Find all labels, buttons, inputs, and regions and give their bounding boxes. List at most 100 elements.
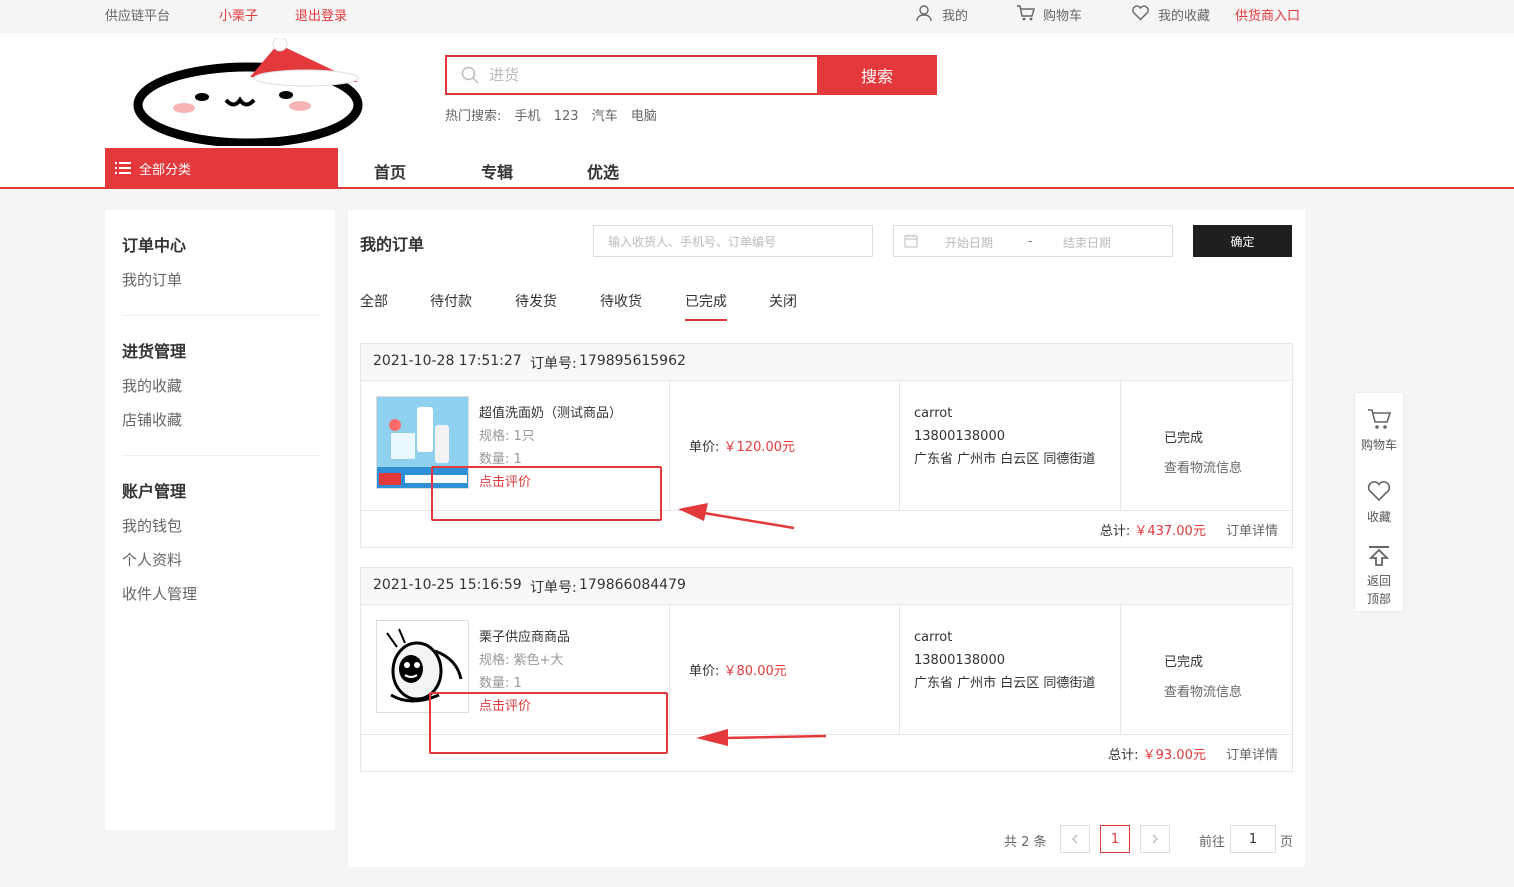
tab-all[interactable]: 全部	[360, 291, 388, 311]
unit-price-value: ￥80.00元	[723, 664, 787, 679]
mine-link[interactable]: 我的	[942, 5, 968, 24]
order-number-label: 订单号:	[530, 580, 577, 596]
sidebar-item-recipients[interactable]: 收件人管理	[122, 583, 197, 604]
sidebar-item-wallet[interactable]: 我的钱包	[122, 515, 182, 536]
product-name[interactable]: 超值洗面奶（测试商品）	[479, 402, 622, 421]
tab-closed[interactable]: 关闭	[769, 291, 797, 311]
unit-price: 单价: ￥80.00元	[689, 660, 787, 679]
cart-icon	[1368, 409, 1392, 429]
page-title: 我的订单	[360, 235, 425, 254]
logistics-link[interactable]: 查看物流信息	[1164, 681, 1242, 700]
receiver-address: 广东省 广州市 白云区 同德街道	[914, 676, 1096, 691]
start-date-input[interactable]: 开始日期	[945, 234, 993, 251]
order-total: ￥93.00元	[1142, 748, 1206, 763]
platform-name: 供应链平台	[105, 9, 171, 24]
favorites-link[interactable]: 我的收藏	[1158, 5, 1210, 24]
page-number-button[interactable]: 1	[1100, 825, 1130, 853]
sidebar-item-my-favorites[interactable]: 我的收藏	[122, 375, 182, 396]
prev-page-button[interactable]	[1060, 825, 1090, 853]
divider	[669, 381, 670, 511]
site-logo[interactable]	[130, 36, 375, 148]
order-header: 2021-10-25 15:16:59 订单号: 179866084479	[361, 568, 1292, 605]
hot-search-term[interactable]: 电脑	[631, 109, 657, 124]
heart-icon	[1131, 4, 1150, 25]
hot-search-term[interactable]: 手机	[515, 109, 541, 124]
pagination-total: 共 2 条	[1004, 835, 1047, 850]
calendar-icon	[904, 234, 918, 251]
divider	[122, 455, 320, 456]
header: 搜索 热门搜索: 手机 123 汽车 电脑 全部分类 首页 专辑 优选	[0, 33, 1514, 189]
float-favorites-button[interactable]: 收藏	[1355, 479, 1403, 526]
sidebar-section-title: 进货管理	[122, 342, 187, 361]
all-categories-label: 全部分类	[139, 162, 192, 178]
search-button[interactable]: 搜索	[817, 55, 937, 95]
username-link[interactable]: 小栗子	[219, 5, 258, 24]
orders-panel: 我的订单 输入收货人、手机号、订单编号 开始日期 - 结束日期 确定 全部 待付…	[348, 210, 1305, 867]
tab-pending-receipt[interactable]: 待收货	[600, 291, 642, 311]
date-range-picker[interactable]: 开始日期 - 结束日期	[893, 225, 1173, 257]
annotation-box	[431, 466, 662, 521]
hot-search-term[interactable]: 汽车	[592, 109, 618, 124]
goto-label: 前往	[1199, 835, 1226, 850]
unit-price-value: ￥120.00元	[723, 440, 796, 455]
tab-pending-payment[interactable]: 待付款	[430, 291, 472, 311]
top-bar: 供应链平台 小栗子 退出登录 我的 购物车 我的收藏 供货商入口	[0, 0, 1514, 33]
product-spec: 规格: 紫色+大	[479, 653, 564, 668]
goto-page-input[interactable]: 1	[1230, 825, 1276, 853]
receiver-phone: 13800138000	[914, 653, 1005, 668]
float-cart-button[interactable]: 购物车	[1355, 407, 1403, 454]
sidebar-item-profile[interactable]: 个人资料	[122, 549, 182, 570]
order-footer: 总计: ￥437.00元 订单详情	[1100, 520, 1278, 539]
chevron-right-icon	[1152, 834, 1158, 844]
next-page-button[interactable]	[1140, 825, 1170, 853]
order-datetime: 2021-10-25 15:16:59	[373, 577, 522, 593]
float-favorites-label: 收藏	[1366, 510, 1391, 524]
logistics-link[interactable]: 查看物流信息	[1164, 457, 1242, 476]
cart-icon	[1016, 4, 1036, 26]
order-footer: 总计: ￥93.00元 订单详情	[1108, 744, 1278, 763]
order-status: 已完成	[1164, 655, 1204, 670]
order-status: 已完成	[1164, 431, 1204, 446]
supplier-entry-link[interactable]: 供货商入口	[1235, 5, 1300, 24]
divider	[122, 315, 320, 316]
confirm-button[interactable]: 确定	[1193, 225, 1292, 257]
order-detail-link[interactable]: 订单详情	[1226, 524, 1278, 539]
divider	[899, 605, 900, 735]
sidebar-section-title: 账户管理	[122, 482, 187, 501]
total-label: 总计:	[1099, 524, 1131, 539]
order-datetime: 2021-10-28 17:51:27	[373, 353, 522, 369]
order-number: 179866084479	[579, 577, 686, 593]
hot-search-term[interactable]: 123	[554, 109, 579, 124]
order-number: 179895615962	[579, 353, 686, 369]
divider	[669, 605, 670, 735]
annotation-box	[429, 692, 668, 754]
receiver-name: carrot	[914, 406, 953, 421]
nav-featured[interactable]: 优选	[587, 159, 619, 183]
back-to-top-button[interactable]: 返回 顶部	[1355, 541, 1403, 608]
sidebar-item-shop-favorites[interactable]: 店铺收藏	[122, 409, 182, 430]
hot-searches: 热门搜索: 手机 123 汽车 电脑	[445, 105, 666, 124]
back-to-top-line2: 顶部	[1366, 592, 1391, 606]
sidebar-section-title: 订单中心	[122, 236, 187, 255]
total-label: 总计:	[1108, 748, 1139, 763]
cart-link[interactable]: 购物车	[1043, 5, 1082, 24]
annotation-arrow	[678, 503, 795, 530]
tab-completed[interactable]: 已完成	[685, 291, 727, 321]
order-total: ￥437.00元	[1134, 524, 1206, 539]
divider	[1120, 605, 1121, 735]
product-name[interactable]: 栗子供应商商品	[479, 626, 570, 645]
logout-link[interactable]: 退出登录	[295, 5, 347, 24]
sidebar-item-my-orders[interactable]: 我的订单	[122, 269, 182, 290]
all-categories-button[interactable]: 全部分类	[105, 148, 338, 188]
nav-albums[interactable]: 专辑	[481, 159, 513, 183]
receiver-phone: 13800138000	[914, 429, 1005, 444]
receiver-info: carrot 13800138000 广东省 广州市 白云区 同德街道	[914, 402, 1109, 471]
tab-pending-shipment[interactable]: 待发货	[515, 291, 557, 311]
unit-price-label: 单价:	[689, 440, 720, 455]
order-detail-link[interactable]: 订单详情	[1226, 748, 1278, 763]
floating-toolbar: 购物车 收藏 返回 顶部	[1355, 393, 1403, 611]
end-date-input[interactable]: 结束日期	[1063, 234, 1111, 251]
search-input[interactable]	[447, 57, 817, 93]
nav-home[interactable]: 首页	[374, 159, 406, 183]
keyword-search-input[interactable]: 输入收货人、手机号、订单编号	[593, 225, 873, 257]
